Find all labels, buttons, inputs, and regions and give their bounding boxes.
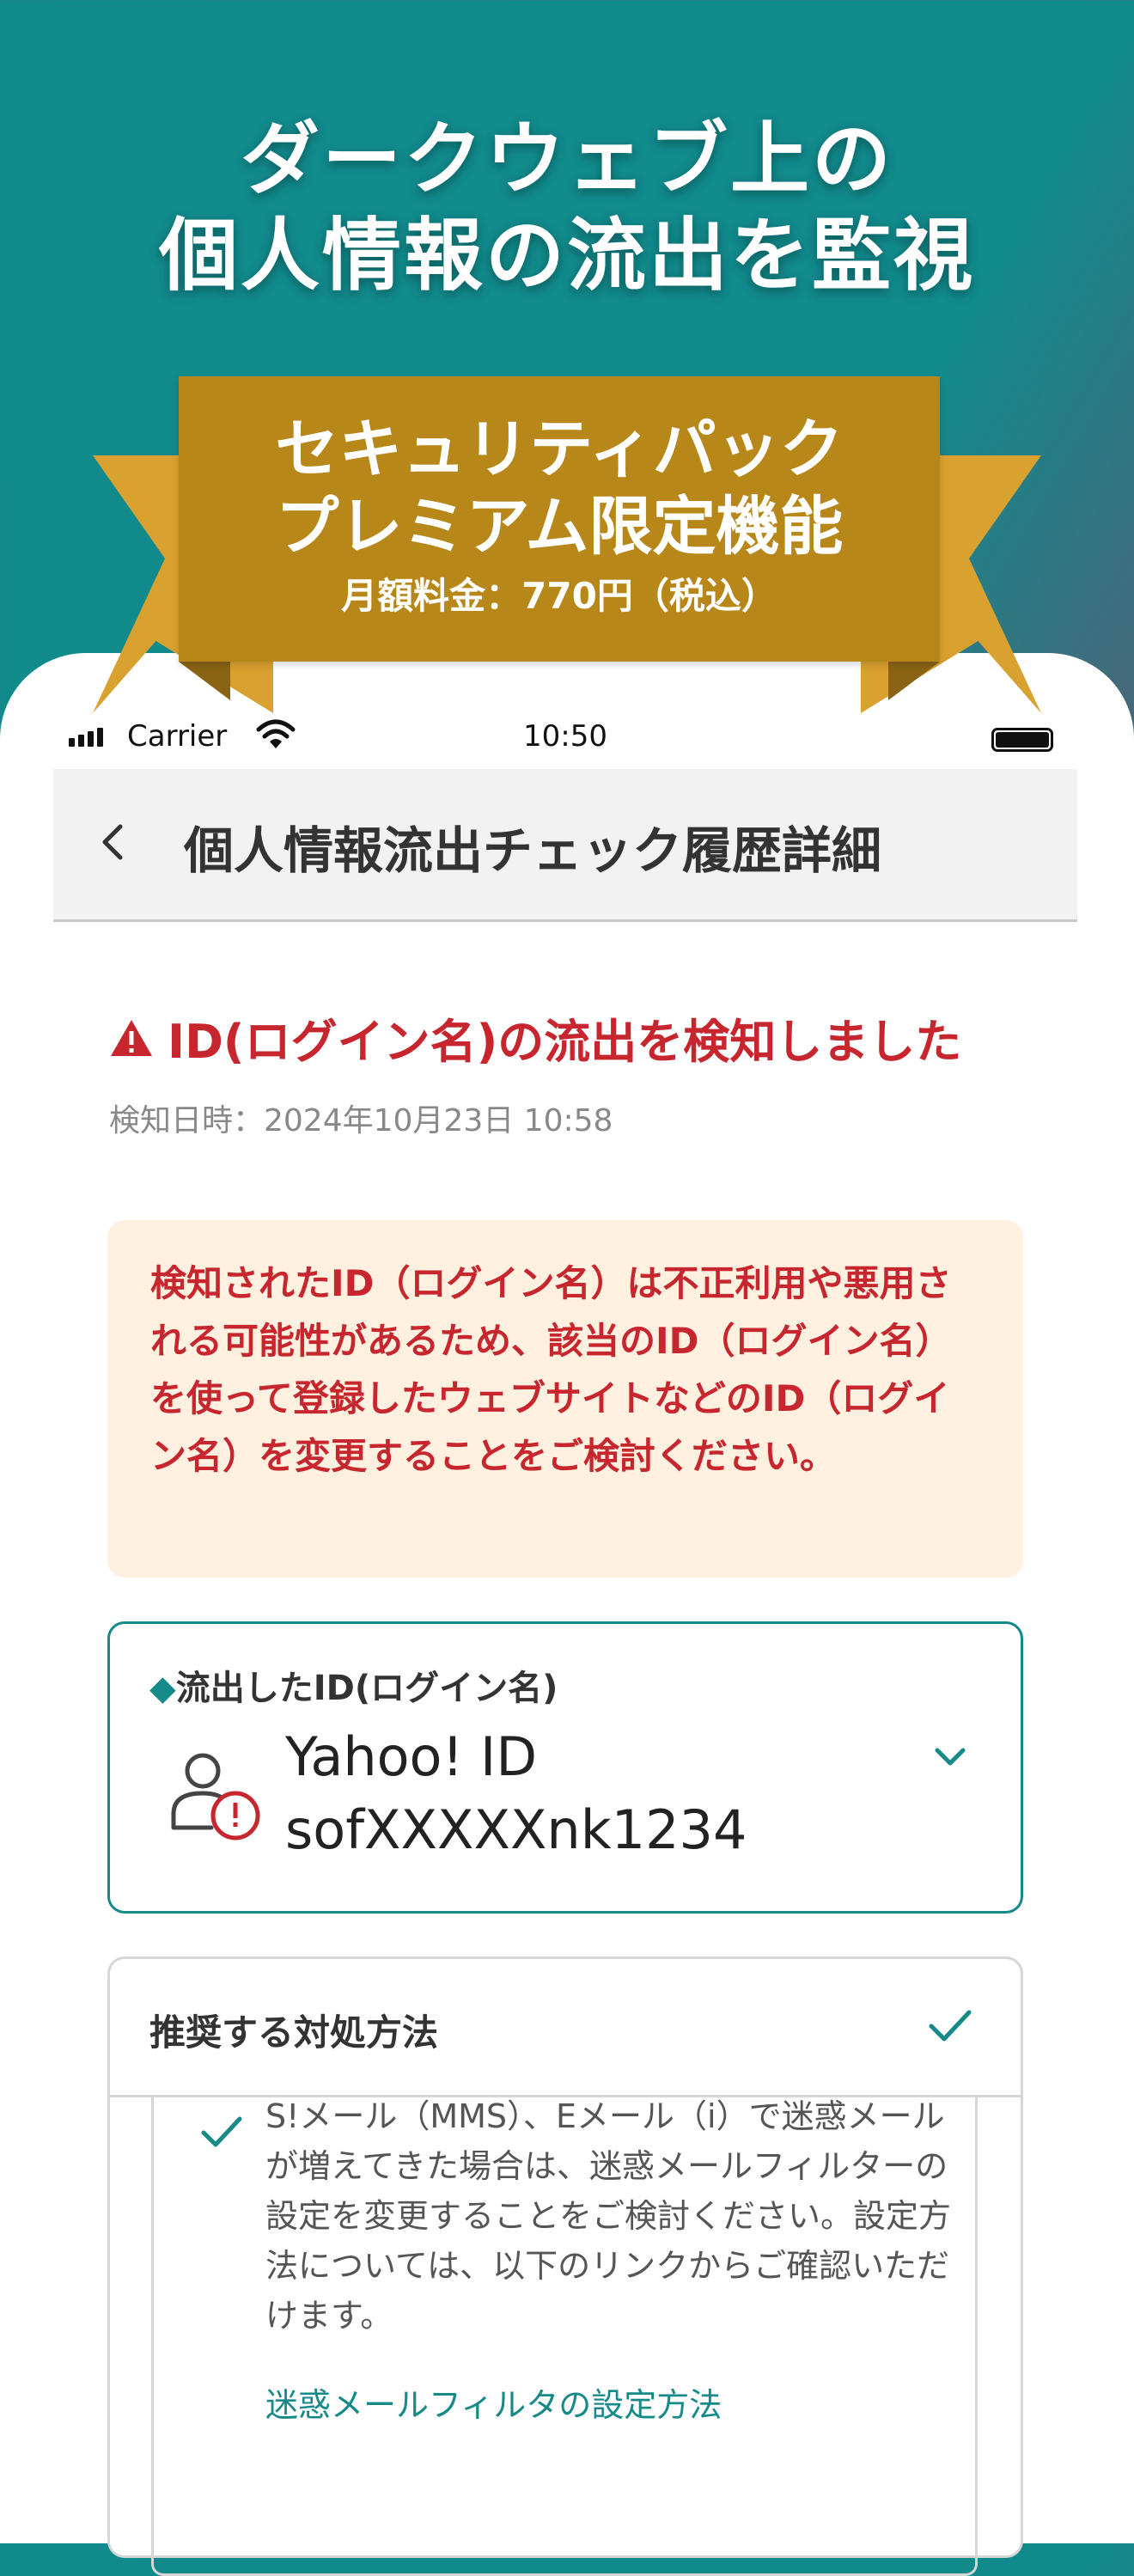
chevron-down-icon[interactable] — [930, 1740, 970, 1774]
ribbon-line1: セキュリティパック — [275, 412, 844, 486]
page-title: 個人情報流出チェック履歴詳細 — [184, 821, 882, 880]
alert-title-text: ID(ログイン名)の流出を検知しました — [168, 1015, 962, 1069]
leaked-id-card[interactable]: ◆流出したID(ログイン名) Yahoo! ID sofXXXXXnk1234 — [107, 1621, 1023, 1914]
phone-screen: Carrier 10:50 個人情報流出チェック履歴詳細 ID(ログイン名)の流… — [53, 653, 1077, 2576]
detected-date: 検知日時：2024年10月23日 10:58 — [109, 1103, 613, 1138]
ribbon-line2: プレミアム限定機能 — [275, 490, 844, 564]
alert-heading: ID(ログイン名)の流出を検知しました — [109, 1004, 961, 1071]
recommendation-item: S!メール（MMS）、Eメール（i）で迷惑メールが増えてきた場合は、迷惑メールフ… — [151, 2095, 978, 2576]
checkmark-icon — [201, 2116, 242, 2147]
leaked-id-value: sofXXXXXnk1234 — [285, 1798, 747, 1861]
battery-icon — [991, 728, 1053, 752]
back-chevron-icon[interactable] — [88, 816, 139, 868]
status-bar: Carrier 10:50 — [53, 709, 1077, 769]
recommendation-item-text: S!メール（MMS）、Eメール（i）で迷惑メールが増えてきた場合は、迷惑メールフ… — [265, 2097, 952, 2335]
warning-triangle-icon — [111, 1019, 152, 1056]
premium-ribbon: セキュリティパック プレミアム限定機能 月額料金：770円（税込） — [179, 376, 940, 662]
recommendation-card: 推奨する対処方法 S!メール（MMS）、Eメール（i）で迷惑メールが増えてきた場… — [107, 1956, 1023, 2576]
leaked-id-label: ◆流出したID(ログイン名) — [149, 1660, 558, 1710]
leaked-id-service: Yahoo! ID — [285, 1725, 538, 1788]
status-time: 10:50 — [523, 719, 607, 754]
headline-line1: ダークウェブ上の — [240, 113, 893, 205]
warning-message-box: 検知されたID（ログイン名）は不正利用や悪用される可能性があるため、該当のID（… — [107, 1220, 1023, 1578]
nav-bar: 個人情報流出チェック履歴詳細 — [53, 769, 1077, 922]
promo-headline: ダークウェブ上の 個人情報の流出を監視 — [0, 112, 1134, 304]
warning-text: 検知されたID（ログイン名）は不正利用や悪用される可能性があるため、該当のID（… — [150, 1262, 952, 1477]
user-alert-icon — [171, 1753, 260, 1840]
leaked-id-label-text: 流出したID(ログイン名) — [175, 1669, 558, 1708]
headline-line2: 個人情報の流出を監視 — [158, 210, 975, 302]
recommendation-title: 推奨する対処方法 — [149, 2011, 439, 2054]
ribbon-price: 月額料金：770円（税込） — [341, 575, 777, 617]
diamond-mark: ◆ — [149, 1669, 176, 1708]
phone-frame: Carrier 10:50 個人情報流出チェック履歴詳細 ID(ログイン名)の流… — [0, 653, 1134, 2576]
spam-filter-settings-link[interactable]: 迷惑メールフィルタの設定方法 — [265, 2378, 722, 2426]
recommendation-header[interactable]: 推奨する対処方法 — [110, 1959, 1021, 2097]
checkmark-icon — [929, 2010, 972, 2042]
